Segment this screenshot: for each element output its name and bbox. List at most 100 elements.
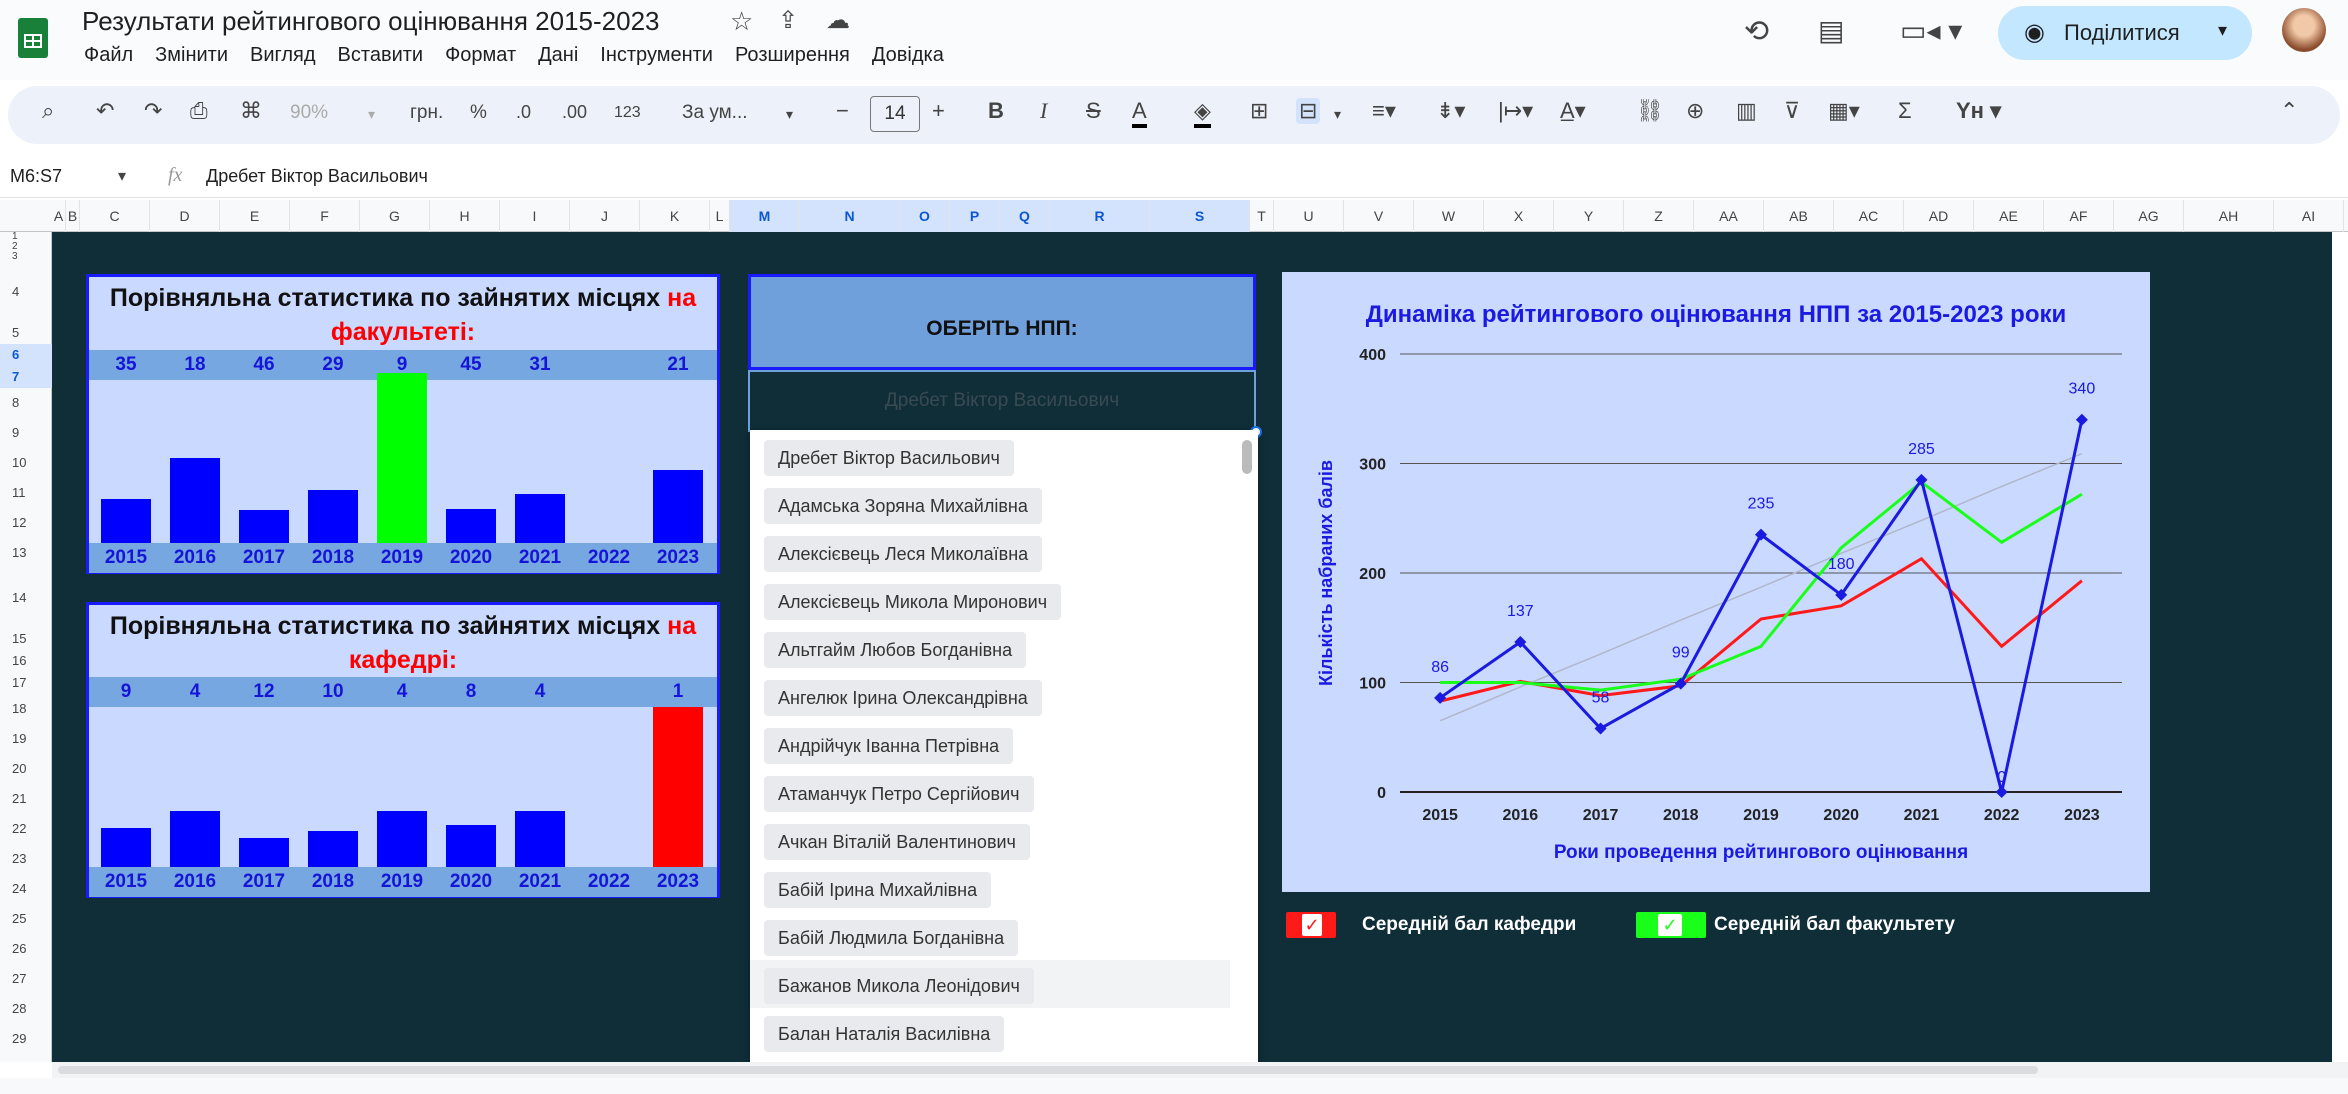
dropdown-option[interactable]: Атаманчук Петро Сергійович [764, 776, 1034, 812]
column-header-ai[interactable]: AI [2274, 200, 2344, 232]
font-size-increase-icon[interactable]: + [932, 98, 945, 124]
row-header-23[interactable]: 23 [0, 844, 52, 874]
column-header-r[interactable]: R [1050, 200, 1150, 232]
row-header-2[interactable]: 2 [0, 242, 52, 252]
share-dropdown-icon[interactable]: ▾ [2218, 20, 2227, 41]
column-header-t[interactable]: T [1250, 200, 1274, 232]
star-icon[interactable]: ☆ [730, 6, 753, 37]
redo-icon[interactable]: ↷ [144, 98, 162, 124]
dropdown-option[interactable]: Альтгайм Любов Богданівна [764, 632, 1027, 668]
row-header-20[interactable]: 20 [0, 754, 52, 784]
merge-dropdown-icon[interactable]: ▾ [1334, 106, 1341, 123]
column-header-w[interactable]: W [1414, 200, 1484, 232]
row-header-19[interactable]: 19 [0, 724, 52, 754]
menu-view[interactable]: Вигляд [250, 44, 316, 66]
undo-icon[interactable]: ↶ [96, 98, 114, 124]
column-header-v[interactable]: V [1344, 200, 1414, 232]
dropdown-option[interactable]: Бабій Людмила Богданівна [764, 920, 1019, 956]
dropdown-option[interactable]: Алексієвець Микола Миронович [764, 584, 1062, 620]
borders-icon[interactable]: ⊞ [1250, 98, 1268, 124]
column-header-z[interactable]: Z [1624, 200, 1694, 232]
print-icon[interactable]: ⎙ [190, 98, 208, 124]
dropdown-option[interactable]: Дребет Віктор Васильович [764, 440, 1014, 476]
row-header-24[interactable]: 24 [0, 874, 52, 904]
horizontal-scrollbar[interactable] [52, 1062, 2348, 1078]
link-icon[interactable]: ⛓ [1636, 98, 1664, 124]
align-vertical-icon[interactable]: ⇟▾ [1436, 98, 1465, 124]
row-header-15[interactable]: 15 [0, 628, 52, 650]
text-color-icon[interactable]: A [1132, 98, 1147, 128]
column-header-n[interactable]: N [800, 200, 900, 232]
column-header-ac[interactable]: AC [1834, 200, 1904, 232]
column-header-x[interactable]: X [1484, 200, 1554, 232]
row-header-12[interactable]: 12 [0, 508, 52, 538]
document-title[interactable]: Результати рейтингового оцінювання 2015-… [82, 6, 660, 37]
dropdown-list[interactable]: Дребет Віктор Васильович Адамська Зоряна … [750, 430, 1258, 1094]
row-header-11[interactable]: 11 [0, 478, 52, 508]
menu-extensions[interactable]: Розширення [735, 44, 850, 66]
zoom-select[interactable]: 90% [290, 102, 328, 124]
text-rotation-icon[interactable]: A̲▾ [1560, 98, 1586, 124]
row-header-27[interactable]: 27 [0, 964, 52, 994]
dropdown-option[interactable]: Бажанов Микола Леонідович [764, 968, 1034, 1004]
functions-icon[interactable]: Σ [1898, 98, 1912, 124]
name-box[interactable]: M6:S7 [10, 166, 62, 187]
input-tools-icon[interactable]: Yн ▾ [1956, 98, 2001, 124]
comment-icon[interactable]: ▤ [1818, 14, 1844, 47]
column-header-o[interactable]: O [900, 200, 950, 232]
filter-icon[interactable]: ⊽ [1784, 98, 1800, 124]
row-header-18[interactable]: 18 [0, 694, 52, 724]
sheets-logo-icon[interactable] [18, 18, 48, 58]
column-header-s[interactable]: S [1150, 200, 1250, 232]
row-header-29[interactable]: 29 [0, 1024, 52, 1054]
column-header-p[interactable]: P [950, 200, 1000, 232]
menu-edit[interactable]: Змінити [155, 44, 228, 66]
column-header-af[interactable]: AF [2044, 200, 2114, 232]
number-format-button[interactable]: 123 [614, 104, 641, 122]
line-chart-panel[interactable]: Динаміка рейтингового оцінювання НПП за … [1282, 272, 2150, 892]
column-header-k[interactable]: K [640, 200, 710, 232]
cloud-icon[interactable]: ☁ [826, 6, 850, 35]
dropdown-scrollbar[interactable] [1242, 440, 1252, 474]
dropdown-option[interactable]: Адамська Зоряна Михайлівна [764, 488, 1042, 524]
column-header-ad[interactable]: AD [1904, 200, 1974, 232]
share-button[interactable]: ◉ Поділитися ▾ [1998, 6, 2252, 60]
dropdown-option[interactable]: Бабій Ірина Михайлівна [764, 872, 992, 908]
row-header-4[interactable]: 4 [0, 262, 52, 322]
column-header-e[interactable]: E [220, 200, 290, 232]
row-header-6[interactable]: 6 [0, 344, 52, 366]
dropdown-option[interactable]: Алексієвець Леся Миколаївна [764, 536, 1043, 572]
column-header-y[interactable]: Y [1554, 200, 1624, 232]
insert-chart-icon[interactable]: ▥ [1736, 98, 1757, 124]
column-header-ah[interactable]: AH [2184, 200, 2274, 232]
column-header-q[interactable]: Q [1000, 200, 1050, 232]
italic-icon[interactable]: I [1040, 98, 1047, 124]
currency-button[interactable]: грн. [410, 102, 443, 124]
font-size-decrease-icon[interactable]: − [836, 98, 849, 124]
paint-format-icon[interactable]: ⌘ [240, 98, 262, 124]
formula-input[interactable]: Дребет Віктор Васильович [206, 166, 428, 187]
font-size-input[interactable]: 14 [870, 96, 920, 132]
column-header-ae[interactable]: AE [1974, 200, 2044, 232]
column-header-c[interactable]: C [80, 200, 150, 232]
column-header-j[interactable]: J [570, 200, 640, 232]
fill-color-icon[interactable]: ◈ [1194, 98, 1211, 128]
search-icon[interactable]: ⌕ [42, 98, 54, 124]
row-header-22[interactable]: 22 [0, 814, 52, 844]
selector-cell[interactable]: Дребет Віктор Васильович [748, 370, 1262, 438]
row-header-5[interactable]: 5 [0, 322, 52, 344]
filter-views-icon[interactable]: ▦▾ [1828, 98, 1860, 124]
column-header-g[interactable]: G [360, 200, 430, 232]
row-header-21[interactable]: 21 [0, 784, 52, 814]
column-header-f[interactable]: F [290, 200, 360, 232]
menu-help[interactable]: Довідка [872, 44, 944, 66]
zoom-dropdown-icon[interactable]: ▾ [368, 106, 375, 123]
column-header-b[interactable]: B [66, 200, 80, 232]
menu-insert[interactable]: Вставити [338, 44, 424, 66]
column-header-i[interactable]: I [500, 200, 570, 232]
dropdown-option[interactable]: Ангелюк Ірина Олександрівна [764, 680, 1042, 716]
column-header-ab[interactable]: AB [1764, 200, 1834, 232]
name-box-dropdown-icon[interactable]: ▾ [118, 166, 126, 186]
row-header-16[interactable]: 16 [0, 650, 52, 672]
dropdown-option[interactable]: Балан Наталія Василівна [764, 1016, 1005, 1052]
